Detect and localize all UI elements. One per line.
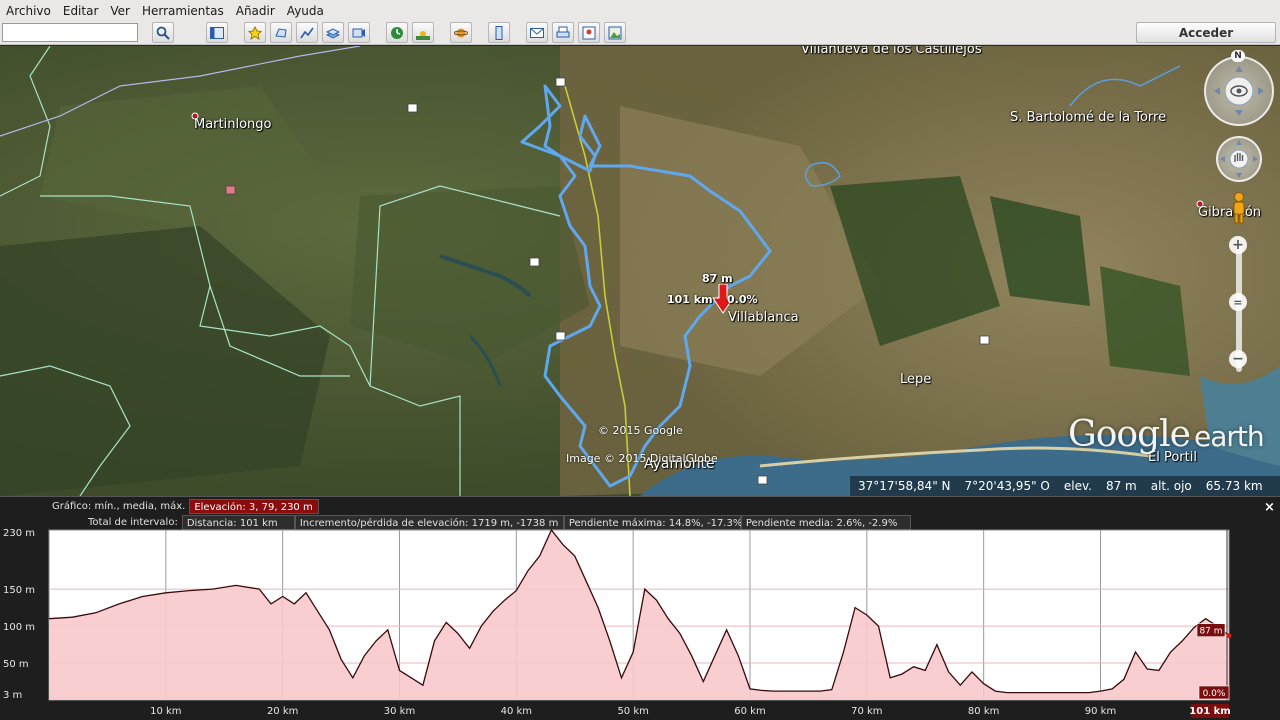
elevation-profile-panel: Gráfico: mín., media, máx. Elevación: 3,… xyxy=(0,496,1280,720)
chart-x-tick-label: 20 km xyxy=(267,706,298,717)
overlay-icon[interactable] xyxy=(322,22,344,43)
chart-cursor-point xyxy=(1226,633,1232,639)
chart-cursor-slope: 0.0% xyxy=(1203,689,1226,699)
elevation-chart[interactable]: 10 km 20 km 30 km 40 km 50 km 60 km 70 km 80 km… xyxy=(0,497,1280,720)
save-image-icon[interactable] xyxy=(604,22,626,43)
pegman-icon[interactable] xyxy=(1229,192,1249,224)
sidebar-toggle-icon[interactable] xyxy=(206,22,228,43)
copyright-google: © 2015 Google xyxy=(598,424,683,437)
logo-earth-text: earth xyxy=(1193,420,1265,453)
polygon-icon[interactable] xyxy=(270,22,292,43)
maps-icon[interactable] xyxy=(578,22,600,43)
planet-icon[interactable] xyxy=(450,22,472,43)
chart-y-tick-label: 150 m xyxy=(3,585,35,596)
move-control[interactable] xyxy=(1216,136,1262,182)
menu-ayuda[interactable]: Ayuda xyxy=(285,4,330,18)
menu-herramientas[interactable]: Herramientas xyxy=(140,4,230,18)
chart-y-tick-label: 100 m xyxy=(3,622,35,633)
chart-x-tick-label: 90 km xyxy=(1085,706,1116,717)
chart-x-tick-label: 80 km xyxy=(968,706,999,717)
zoom-out-button[interactable]: − xyxy=(1229,350,1247,368)
search-icon[interactable] xyxy=(152,22,174,43)
ruler-icon[interactable] xyxy=(488,22,510,43)
place-san-bartolome[interactable]: S. Bartolomé de la Torre xyxy=(1010,110,1166,125)
place-villanueva[interactable]: Villanueva de los Castillejos xyxy=(801,46,982,57)
menu-archivo[interactable]: Archivo xyxy=(4,4,57,18)
map-view[interactable]: Villanueva de los Castillejos Martinlong… xyxy=(0,46,1280,496)
chart-x-tick-label: 30 km xyxy=(384,706,415,717)
chart-cursor-distance: 101 km xyxy=(1189,706,1230,717)
chart-x-tick-label: 60 km xyxy=(734,706,765,717)
google-earth-window: Archivo Editar Ver Herramientas Añadir A… xyxy=(0,0,1280,720)
status-latitude: 37°17'58,84" N xyxy=(858,479,951,493)
status-eye-label: alt. ojo xyxy=(1150,479,1192,493)
place-martinlongo[interactable]: Martinlongo xyxy=(194,117,272,132)
path-icon[interactable] xyxy=(296,22,318,43)
marker-elevation: 87 m xyxy=(702,272,733,285)
chart-x-tick-label: 10 km xyxy=(150,706,181,717)
menu-bar: Archivo Editar Ver Herramientas Añadir A… xyxy=(0,0,1280,21)
google-earth-logo: Google earth xyxy=(1068,414,1265,455)
chart-x-tick-label: 40 km xyxy=(501,706,532,717)
login-button[interactable]: Acceder xyxy=(1136,22,1276,43)
tour-icon[interactable] xyxy=(348,22,370,43)
chart-y-tick-label: 50 m xyxy=(3,659,29,670)
chart-y-tick-label: 230 m xyxy=(3,528,35,539)
historical-imagery-icon[interactable] xyxy=(386,22,408,43)
status-eye-value: 65.73 km xyxy=(1205,479,1263,493)
place-lepe[interactable]: Lepe xyxy=(900,372,931,387)
menu-editar[interactable]: Editar xyxy=(61,4,105,18)
chart-cursor-elevation: 87 m xyxy=(1199,627,1222,637)
zoom-in-button[interactable]: + xyxy=(1229,236,1247,254)
zoom-handle[interactable]: = xyxy=(1229,293,1247,311)
look-control[interactable] xyxy=(1204,56,1274,126)
search-input[interactable] xyxy=(2,23,138,42)
menu-anadir[interactable]: Añadir xyxy=(234,4,281,18)
status-longitude: 7°20'43,95" O xyxy=(964,479,1050,493)
print-icon[interactable] xyxy=(552,22,574,43)
eye-icon xyxy=(1214,66,1264,116)
status-elev-value: 87 m xyxy=(1105,479,1137,493)
status-elev-label: elev. xyxy=(1063,479,1092,493)
placemark-icon[interactable] xyxy=(244,22,266,43)
copyright-digitalglobe: Image © 2015 DigitalGlobe xyxy=(566,452,718,465)
toolbar: Acceder xyxy=(0,21,1280,45)
logo-google-text: Google xyxy=(1068,414,1191,455)
status-bar: 37°17'58,84" N 7°20'43,95" O elev. 87 m … xyxy=(850,476,1280,496)
menu-ver[interactable]: Ver xyxy=(108,4,136,18)
marker-slope: 0.0% xyxy=(727,293,758,306)
compass-north[interactable]: N xyxy=(1231,50,1245,62)
chart-y-tick-label: 3 m xyxy=(3,690,22,701)
hand-icon xyxy=(1220,140,1258,178)
sunlight-icon[interactable] xyxy=(412,22,434,43)
marker-distance: 101 km xyxy=(667,293,713,306)
chart-x-tick-label: 70 km xyxy=(851,706,882,717)
place-villablanca[interactable]: Villablanca xyxy=(728,310,799,325)
chart-x-tick-label: 50 km xyxy=(617,706,648,717)
email-icon[interactable] xyxy=(526,22,548,43)
